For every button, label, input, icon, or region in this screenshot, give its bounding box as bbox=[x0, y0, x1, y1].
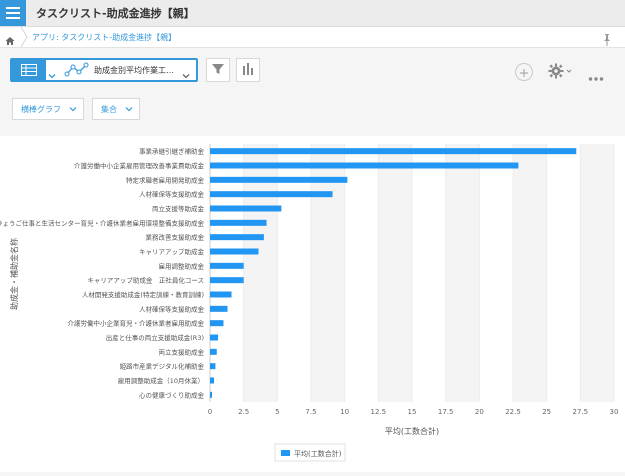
list-view-icon[interactable] bbox=[12, 60, 46, 80]
category-label: 雇用調整助成金（10月休業） bbox=[118, 376, 204, 385]
view-selector-label: 助成金別平均作業工… bbox=[94, 66, 174, 75]
bar[interactable] bbox=[210, 176, 348, 183]
category-labels: 事業承継引継ぎ補助金介護労働中小企業雇用管理改善事業費助成金特定求職者雇用開発助… bbox=[0, 147, 205, 400]
filter-icon bbox=[211, 61, 225, 80]
bar[interactable] bbox=[210, 391, 213, 398]
bar[interactable] bbox=[210, 305, 228, 312]
bar[interactable] bbox=[210, 248, 259, 255]
category-label: 介護労働中小企業育児・介護休業者雇用助成金 bbox=[68, 319, 205, 328]
aggregation-select[interactable]: 集合 bbox=[92, 98, 140, 120]
bar[interactable] bbox=[210, 234, 264, 241]
x-tick-label: 27.5 bbox=[573, 408, 589, 416]
y-axis-label: 助成金・補助金名称 bbox=[9, 238, 19, 310]
bar-chart-icon bbox=[241, 61, 255, 80]
legend-label: 平均(工数合計) bbox=[294, 449, 342, 458]
legend-swatch bbox=[281, 450, 290, 456]
more-horizontal-icon bbox=[588, 67, 604, 86]
x-tick-label: 5 bbox=[275, 408, 279, 416]
category-label: 姫路市産業デジタル化補助金 bbox=[120, 362, 205, 371]
app-header: タスクリスト-助成金進捗【親】 bbox=[0, 0, 625, 27]
bar[interactable] bbox=[210, 348, 217, 355]
graph-type-select[interactable]: 横棒グラフ bbox=[12, 98, 84, 120]
grid-band bbox=[513, 144, 547, 402]
bar[interactable] bbox=[210, 377, 215, 384]
add-record-button[interactable] bbox=[515, 63, 533, 81]
bar[interactable] bbox=[210, 148, 577, 155]
x-tick-label: 25 bbox=[542, 408, 551, 416]
category-label: 人材確保等支援助成金 bbox=[139, 190, 205, 199]
x-tick-label: 10 bbox=[340, 408, 349, 416]
x-tick-label: 22.5 bbox=[505, 408, 521, 416]
grid-band bbox=[580, 144, 614, 402]
view-selector[interactable]: 助成金別平均作業工… bbox=[10, 58, 198, 82]
category-label: 両立支援等助成金 bbox=[152, 204, 205, 213]
x-tick-label: 20 bbox=[475, 408, 484, 416]
bar[interactable] bbox=[210, 363, 216, 370]
chevron-down-icon bbox=[125, 105, 133, 115]
chevron-down-icon[interactable] bbox=[182, 65, 190, 84]
x-tick-label: 30 bbox=[610, 408, 619, 416]
category-label: 事業承継引継ぎ補助金 bbox=[139, 147, 205, 156]
app-title: タスクリスト-助成金進捗【親】 bbox=[36, 7, 195, 20]
category-label: 人材確保等支援助成金 bbox=[139, 304, 205, 313]
toolbar: 助成金別平均作業工… bbox=[0, 48, 625, 92]
app-menu-icon[interactable] bbox=[0, 0, 26, 26]
graph-type-label: 横棒グラフ bbox=[21, 104, 61, 114]
category-label: 心の健康づくり助成金 bbox=[139, 390, 205, 399]
settings-button[interactable] bbox=[547, 62, 573, 84]
x-tick-label: 7.5 bbox=[305, 408, 316, 416]
category-label: キャリアアップ助成金 bbox=[139, 247, 205, 256]
bar[interactable] bbox=[210, 205, 282, 212]
graph-settings-button[interactable] bbox=[236, 58, 260, 82]
category-label: キャリアアップ助成金 正社員化コース bbox=[87, 276, 204, 285]
category-label: 業務改善支援助成金 bbox=[146, 233, 205, 242]
chevron-down-icon bbox=[69, 105, 77, 115]
x-tick-label: 17.5 bbox=[438, 408, 454, 416]
more-options-button[interactable] bbox=[588, 67, 604, 86]
bar[interactable] bbox=[210, 334, 219, 341]
breadcrumb-app-link[interactable]: アプリ: タスクリスト-助成金進捗【親】 bbox=[32, 32, 176, 43]
aggregation-label: 集合 bbox=[101, 104, 117, 114]
category-label: 雇用調整助成金 bbox=[159, 261, 205, 270]
x-tick-labels: 0 2.5 5 7.5 10 12.5 15 17.5 20 22.5 25 27.5 30 bbox=[208, 408, 619, 416]
plus-icon bbox=[519, 63, 529, 82]
x-tick-label: 0 bbox=[208, 408, 212, 416]
bar[interactable] bbox=[210, 291, 232, 298]
breadcrumb: アプリ: タスクリスト-助成金進捗【親】 bbox=[0, 26, 625, 48]
category-label: 特定求職者雇用開発助成金 bbox=[126, 175, 205, 184]
category-label: ひょうご仕事と生活センター育児・介護休業者雇用環境整備支援助成金 bbox=[0, 218, 205, 227]
x-tick-label: 2.5 bbox=[238, 408, 249, 416]
bar[interactable] bbox=[210, 219, 267, 226]
bar-chart: 事業承継引継ぎ補助金介護労働中小企業雇用管理改善事業費助成金特定求職者雇用開発助… bbox=[0, 144, 619, 462]
chevron-down-icon[interactable] bbox=[48, 65, 56, 84]
bar[interactable] bbox=[210, 320, 224, 327]
grid-band bbox=[378, 144, 412, 402]
bar[interactable] bbox=[210, 277, 244, 284]
line-graph-icon bbox=[64, 62, 98, 78]
bar[interactable] bbox=[210, 162, 519, 169]
category-label: 出産と仕事の両立支援助成金(R3) bbox=[106, 333, 204, 342]
category-label: 両立支援助成金 bbox=[159, 347, 205, 356]
legend[interactable]: 平均(工数合計) bbox=[274, 443, 346, 462]
bar[interactable] bbox=[210, 262, 244, 269]
filter-button[interactable] bbox=[206, 58, 230, 82]
x-axis-label: 平均(工数合計) bbox=[385, 426, 439, 436]
grid-band bbox=[445, 144, 480, 402]
x-tick-label: 12.5 bbox=[371, 408, 387, 416]
category-label: 介護労働中小企業雇用管理改善事業費助成金 bbox=[74, 161, 205, 170]
bar[interactable] bbox=[210, 191, 333, 198]
x-tick-label: 15 bbox=[408, 408, 417, 416]
category-label: 人材開発支援助成金(特定訓練・教育訓練) bbox=[82, 290, 204, 299]
chart-panel: 事業承継引継ぎ補助金介護労働中小企業雇用管理改善事業費助成金特定求職者雇用開発助… bbox=[0, 136, 625, 472]
